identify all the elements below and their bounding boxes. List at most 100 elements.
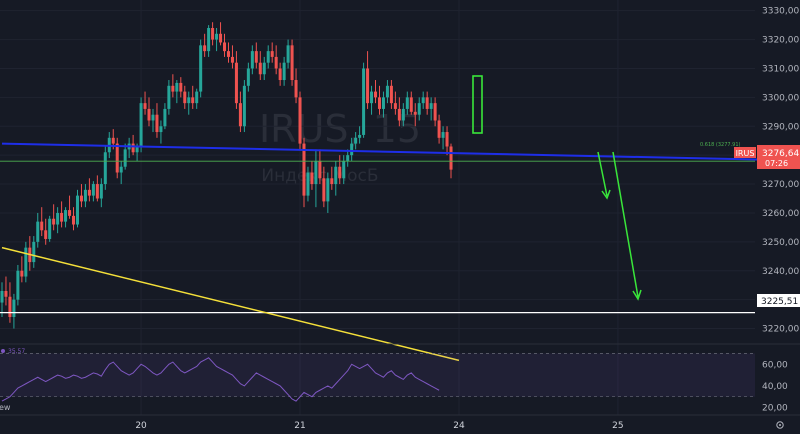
candle-body xyxy=(36,221,40,242)
candle-body xyxy=(322,178,326,202)
candle-body xyxy=(195,91,199,104)
candle-body xyxy=(250,51,254,69)
candle-body xyxy=(346,155,350,161)
candle-body xyxy=(139,103,143,147)
candle-body xyxy=(219,33,223,43)
candle-body xyxy=(40,221,44,231)
candle-body xyxy=(20,270,24,277)
side-label: ew xyxy=(0,403,11,412)
candle-body xyxy=(437,120,441,138)
candle-body xyxy=(330,178,334,185)
candle-body xyxy=(246,68,250,86)
candle-body xyxy=(234,62,238,104)
candle-body xyxy=(254,51,258,63)
time-tick-label: 25 xyxy=(612,421,623,431)
candle-body xyxy=(290,45,294,81)
candle-body xyxy=(52,218,56,225)
candle-body xyxy=(64,210,68,222)
candle-body xyxy=(151,114,155,121)
time-tick-label: 24 xyxy=(453,421,465,431)
candle-body xyxy=(223,42,227,52)
watermark-symbol: IRUS, 15 xyxy=(259,107,421,151)
candle-body xyxy=(226,51,230,57)
candle-body xyxy=(342,160,346,179)
price-tick-label: 3300,00 xyxy=(762,93,799,103)
candle-body xyxy=(179,82,183,92)
candle-body xyxy=(362,68,366,135)
candle-body xyxy=(147,108,151,121)
candle-body xyxy=(417,103,421,115)
candle-body xyxy=(397,108,401,121)
candle-body xyxy=(393,103,397,109)
price-tick-label: 3320,00 xyxy=(762,36,799,46)
rsi-band xyxy=(0,353,755,397)
rsi-legend-dot xyxy=(1,349,5,353)
candle-body xyxy=(445,132,449,147)
candle-body xyxy=(238,103,242,127)
candle-body xyxy=(306,172,310,196)
candle-body xyxy=(385,85,389,98)
candle-body xyxy=(274,56,278,69)
candle-body xyxy=(115,143,119,173)
candle-body xyxy=(68,210,72,216)
candle-body xyxy=(167,85,171,109)
candle-body xyxy=(262,62,266,75)
candle-body xyxy=(421,97,425,104)
rsi-tick-label: 60,00 xyxy=(762,360,788,370)
candle-body xyxy=(44,230,48,239)
candle-body xyxy=(270,51,274,57)
candle-body xyxy=(401,108,405,121)
candle-body xyxy=(433,103,437,121)
candle-body xyxy=(60,212,64,222)
candle-body xyxy=(191,97,195,104)
candle-body xyxy=(242,85,246,127)
price-chart[interactable]: IRUS, 15 Индекс МосБ 0.618 (3277.91) 333… xyxy=(0,0,800,434)
candle-body xyxy=(32,241,36,263)
candle-body xyxy=(123,149,127,167)
rsi-tick-label: 40,00 xyxy=(762,382,788,392)
time-tick-label: 20 xyxy=(135,421,147,431)
candle-body xyxy=(175,82,179,92)
price-tick-label: 3260,00 xyxy=(762,209,799,219)
candle-body xyxy=(72,215,76,225)
candle-body xyxy=(143,103,147,109)
candle-body xyxy=(103,152,107,185)
candle-body xyxy=(278,68,282,81)
candle-body xyxy=(449,146,453,170)
price-tick-label: 3220,00 xyxy=(762,325,799,335)
candle-body xyxy=(354,137,358,144)
candle-body xyxy=(350,143,354,156)
candle-body xyxy=(302,143,306,196)
price-tick-label: 3250,00 xyxy=(762,238,799,248)
candle-body xyxy=(16,270,20,300)
candle-body xyxy=(334,166,338,185)
candle-body xyxy=(211,28,215,40)
candle-body xyxy=(298,97,302,144)
candle-body xyxy=(0,290,4,303)
candle-body xyxy=(441,132,445,138)
candle-body xyxy=(87,189,91,196)
candle-body xyxy=(95,184,99,199)
candle-body xyxy=(187,97,191,104)
symbol-badge: IRUS xyxy=(736,149,755,158)
candle-body xyxy=(12,299,16,317)
candle-body xyxy=(286,45,290,63)
candle-body xyxy=(429,103,433,109)
candle-body xyxy=(91,184,95,196)
price-tick-label: 3330,00 xyxy=(762,7,799,17)
candle-body xyxy=(8,296,12,317)
candle-body xyxy=(199,45,203,92)
rsi-tick-label: 20,00 xyxy=(762,404,788,414)
candle-body xyxy=(266,51,270,63)
candle-body xyxy=(163,108,167,127)
candle-body xyxy=(83,189,87,202)
candle-body xyxy=(282,62,286,81)
candle-body xyxy=(381,97,385,109)
candle-body xyxy=(230,56,234,63)
candle-body xyxy=(119,166,123,173)
candle-body xyxy=(159,126,163,133)
candle-body xyxy=(131,143,135,153)
candle-body xyxy=(413,111,417,115)
candle-body xyxy=(75,195,79,225)
candle-body xyxy=(425,97,429,109)
